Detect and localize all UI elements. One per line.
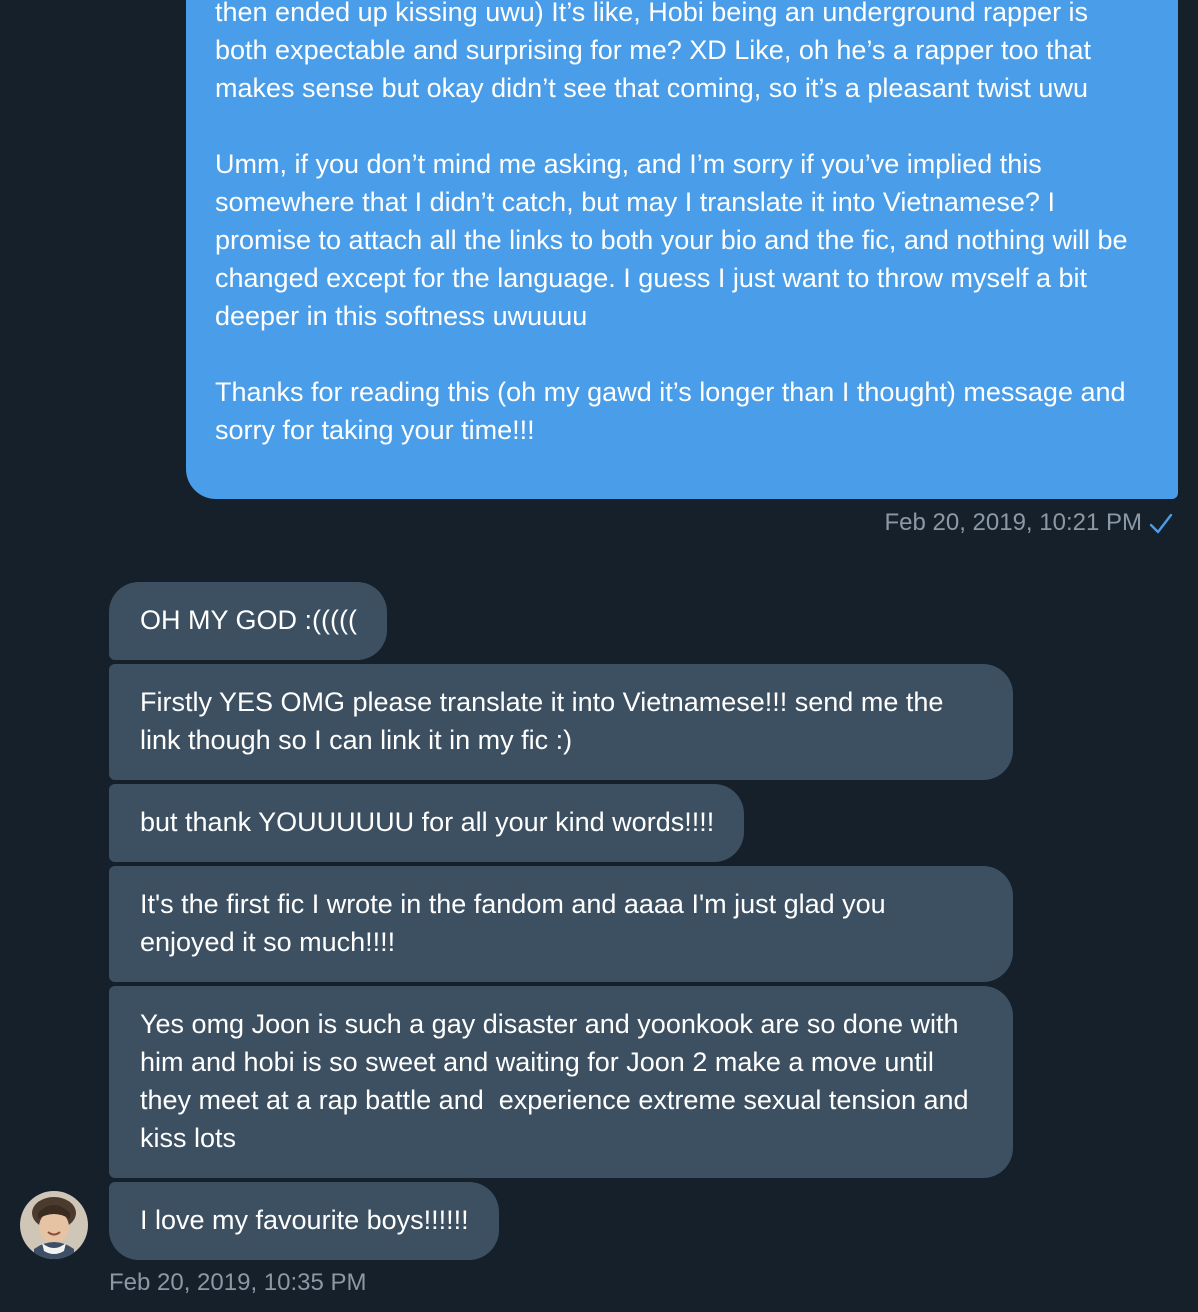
received-message-bubble[interactable]: Yes omg Joon is such a gay disaster and …	[109, 986, 1013, 1178]
received-message-bubble[interactable]: but thank YOUUUUUU for all your kind wor…	[109, 784, 745, 862]
sender-avatar[interactable]	[20, 1191, 88, 1259]
sent-message-timestamp: Feb 20, 2019, 10:21 PM	[884, 509, 1142, 536]
sent-message-bubble[interactable]: then ended up kissing uwu) It’s like, Ho…	[186, 0, 1178, 499]
received-message-bubble[interactable]: OH MY GOD :(((((	[109, 582, 387, 660]
received-message-bubble[interactable]: Firstly YES OMG please translate it into…	[109, 664, 1013, 780]
checkmark-icon	[1149, 513, 1173, 534]
received-message-bubble[interactable]: It's the first fic I wrote in the fandom…	[109, 866, 1013, 982]
conversation-thread: then ended up kissing uwu) It’s like, Ho…	[0, 0, 1198, 1312]
received-message-bubble[interactable]: I love my favourite boys!!!!!!	[109, 1182, 499, 1260]
received-message-timestamp: Feb 20, 2019, 10:35 PM	[109, 1269, 367, 1296]
